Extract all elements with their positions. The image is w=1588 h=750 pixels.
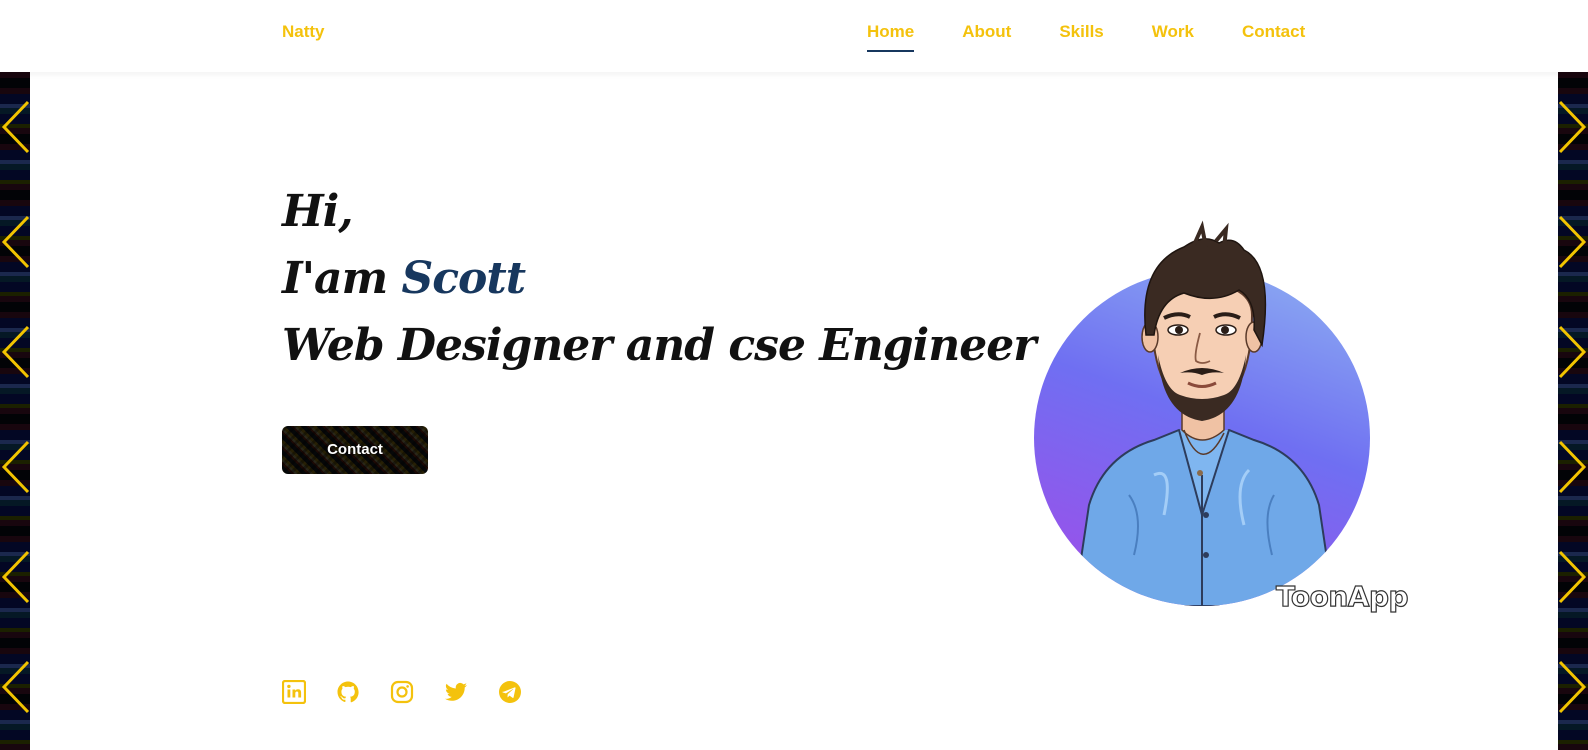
instagram-icon[interactable] xyxy=(390,680,414,704)
right-decorative-border xyxy=(1558,72,1588,750)
social-links xyxy=(282,680,552,704)
cartoon-portrait-image xyxy=(1072,220,1336,606)
twitter-icon[interactable] xyxy=(444,680,468,704)
nav-skills[interactable]: Skills xyxy=(1059,22,1103,52)
logo-link[interactable]: Natty xyxy=(282,22,325,42)
nav-home[interactable]: Home xyxy=(867,22,915,52)
hero-heading: Hi, I'am Scott Web Designer and cse Engi… xyxy=(282,178,1036,379)
linkedin-icon[interactable] xyxy=(282,680,306,704)
twitter-icon-graphic xyxy=(445,682,467,701)
nav-contact[interactable]: Contact xyxy=(1242,22,1305,52)
contact-button-label: Contact xyxy=(327,441,383,458)
nav-work[interactable]: Work xyxy=(1152,22,1194,52)
main-nav: Home About Skills Work Contact xyxy=(867,22,1305,52)
telegram-icon[interactable] xyxy=(498,680,522,704)
hero-intro-line: I'am Scott xyxy=(282,245,1035,312)
hero-name: Scott xyxy=(401,253,526,304)
left-decorative-border xyxy=(0,72,30,750)
telegram-icon-graphic xyxy=(499,681,521,703)
contact-button[interactable]: Contact xyxy=(282,426,428,474)
github-icon-graphic xyxy=(337,681,359,703)
profile-avatar xyxy=(1034,220,1370,606)
instagram-icon-graphic xyxy=(390,680,414,704)
linkedin-icon-graphic xyxy=(282,680,306,704)
hero-greeting: Hi, xyxy=(282,186,354,237)
site-header: Natty Home About Skills Work Contact xyxy=(0,0,1588,72)
avatar-background-circle xyxy=(1034,220,1370,606)
hero-intro-prefix: I'am xyxy=(282,253,388,304)
hero-role: Web Designer and cse Engineer xyxy=(282,320,1036,371)
toonapp-watermark: ToonApp xyxy=(1275,579,1409,613)
github-icon[interactable] xyxy=(336,680,360,704)
nav-about[interactable]: About xyxy=(962,22,1011,52)
